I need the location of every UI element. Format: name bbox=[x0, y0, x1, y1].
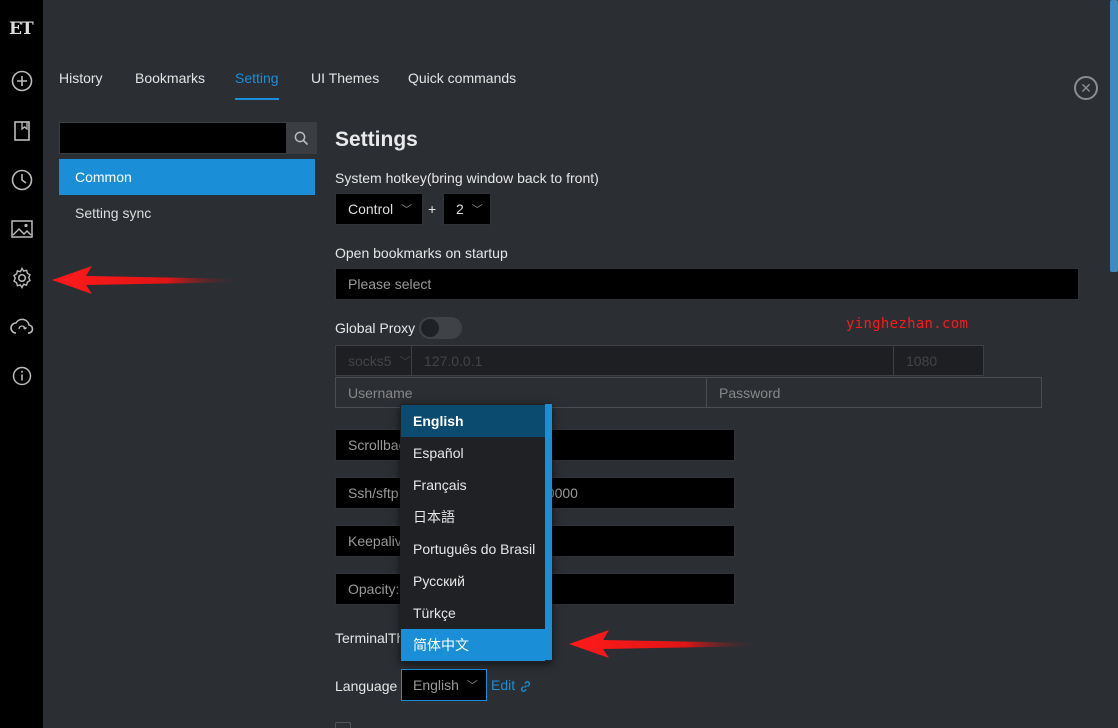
menu-item-setting-sync[interactable]: Setting sync bbox=[59, 195, 315, 231]
proxy-password-input[interactable]: Password bbox=[706, 377, 1042, 408]
page-scrollbar-track[interactable] bbox=[1110, 0, 1118, 728]
close-icon[interactable]: ✕ bbox=[1074, 76, 1098, 100]
hotkey-key-select[interactable]: 2 ﹀ bbox=[443, 193, 491, 225]
proxy-port-input[interactable]: 1080 bbox=[893, 345, 984, 376]
tab-quick-commands[interactable]: Quick commands bbox=[408, 70, 516, 98]
plus-circle-icon[interactable] bbox=[10, 69, 34, 93]
hotkey-label: System hotkey(bring window back to front… bbox=[335, 170, 599, 186]
language-option[interactable]: 日本語 bbox=[401, 501, 545, 533]
hotkey-plus: + bbox=[428, 201, 437, 217]
ssh-label: Ssh/sftp bbox=[348, 485, 399, 501]
page-title: Settings bbox=[335, 128, 418, 151]
menu-item-common[interactable]: Common bbox=[59, 159, 315, 195]
proxy-port-value: 1080 bbox=[906, 352, 938, 369]
menu-search-box bbox=[59, 122, 317, 154]
language-option[interactable]: Español bbox=[401, 437, 545, 469]
language-option[interactable]: Русский bbox=[401, 565, 545, 597]
hotkey-modifier-value: Control bbox=[348, 201, 394, 217]
menu-search-input[interactable] bbox=[60, 123, 286, 153]
history-clock-icon[interactable] bbox=[10, 168, 34, 192]
checkbox-partial[interactable] bbox=[335, 722, 351, 728]
scrollback-label: Scrollbac bbox=[348, 437, 406, 453]
chevron-down-icon: ﹀ bbox=[401, 204, 413, 216]
language-option[interactable]: Português do Brasil bbox=[401, 533, 545, 565]
annotation-arrow-left bbox=[52, 266, 246, 294]
proxy-password-placeholder: Password bbox=[719, 384, 781, 401]
chevron-down-icon: ﹀ bbox=[471, 204, 483, 216]
search-icon[interactable] bbox=[286, 123, 316, 153]
global-proxy-label: Global Proxy bbox=[335, 320, 416, 336]
language-option[interactable]: Türkçe bbox=[401, 597, 545, 629]
proxy-type-select[interactable]: socks5 ﹀ bbox=[335, 345, 412, 376]
link-icon bbox=[520, 680, 531, 692]
gear-icon[interactable] bbox=[10, 266, 34, 290]
proxy-type-value: socks5 bbox=[348, 352, 392, 369]
terminal-theme-label: TerminalTh bbox=[335, 630, 405, 646]
tab-bookmarks[interactable]: Bookmarks bbox=[135, 70, 205, 98]
tab-setting[interactable]: Setting bbox=[235, 70, 279, 100]
tab-ui-themes[interactable]: UI Themes bbox=[311, 70, 379, 98]
proxy-host-input[interactable]: 127.0.0.1 bbox=[411, 345, 894, 376]
language-option[interactable]: Français bbox=[401, 469, 545, 501]
language-select[interactable]: English ﹀ bbox=[401, 669, 487, 701]
language-edit-label: Edit bbox=[491, 677, 516, 693]
watermark: yinghezhan.com bbox=[846, 316, 969, 332]
dropdown-scrollbar[interactable] bbox=[545, 404, 552, 660]
annotation-arrow-right bbox=[569, 630, 763, 658]
bookmarks-startup-select[interactable]: Please select bbox=[335, 268, 1079, 300]
language-edit-link[interactable]: Edit bbox=[491, 677, 532, 693]
app-sidebar: ET bbox=[0, 0, 43, 728]
language-option[interactable]: 简体中文 bbox=[401, 629, 545, 661]
chevron-down-icon: ﹀ bbox=[399, 355, 411, 368]
global-proxy-toggle[interactable] bbox=[419, 317, 462, 339]
language-dropdown: English Español Français 日本語 Português d… bbox=[400, 404, 552, 662]
hotkey-modifier-select[interactable]: Control ﹀ bbox=[335, 193, 423, 225]
hotkey-key-value: 2 bbox=[456, 201, 464, 217]
app-logo: ET bbox=[9, 19, 34, 39]
info-icon[interactable] bbox=[10, 364, 34, 388]
proxy-username-placeholder: Username bbox=[348, 384, 413, 401]
tab-history[interactable]: History bbox=[59, 70, 103, 98]
cloud-sync-icon[interactable] bbox=[10, 315, 34, 339]
image-icon[interactable] bbox=[10, 217, 34, 241]
language-option[interactable]: English bbox=[401, 405, 545, 437]
chevron-down-icon: ﹀ bbox=[466, 680, 478, 692]
bookmarks-startup-label: Open bookmarks on startup bbox=[335, 245, 508, 261]
bookmark-icon[interactable] bbox=[10, 119, 34, 143]
toggle-knob bbox=[421, 319, 439, 337]
page-scrollbar-thumb[interactable] bbox=[1110, 0, 1118, 272]
bookmarks-startup-placeholder: Please select bbox=[348, 276, 432, 292]
language-value: English bbox=[413, 677, 459, 693]
language-label: Language bbox=[335, 678, 398, 694]
proxy-host-value: 127.0.0.1 bbox=[424, 352, 483, 369]
opacity-label: Opacity: bbox=[348, 581, 400, 597]
